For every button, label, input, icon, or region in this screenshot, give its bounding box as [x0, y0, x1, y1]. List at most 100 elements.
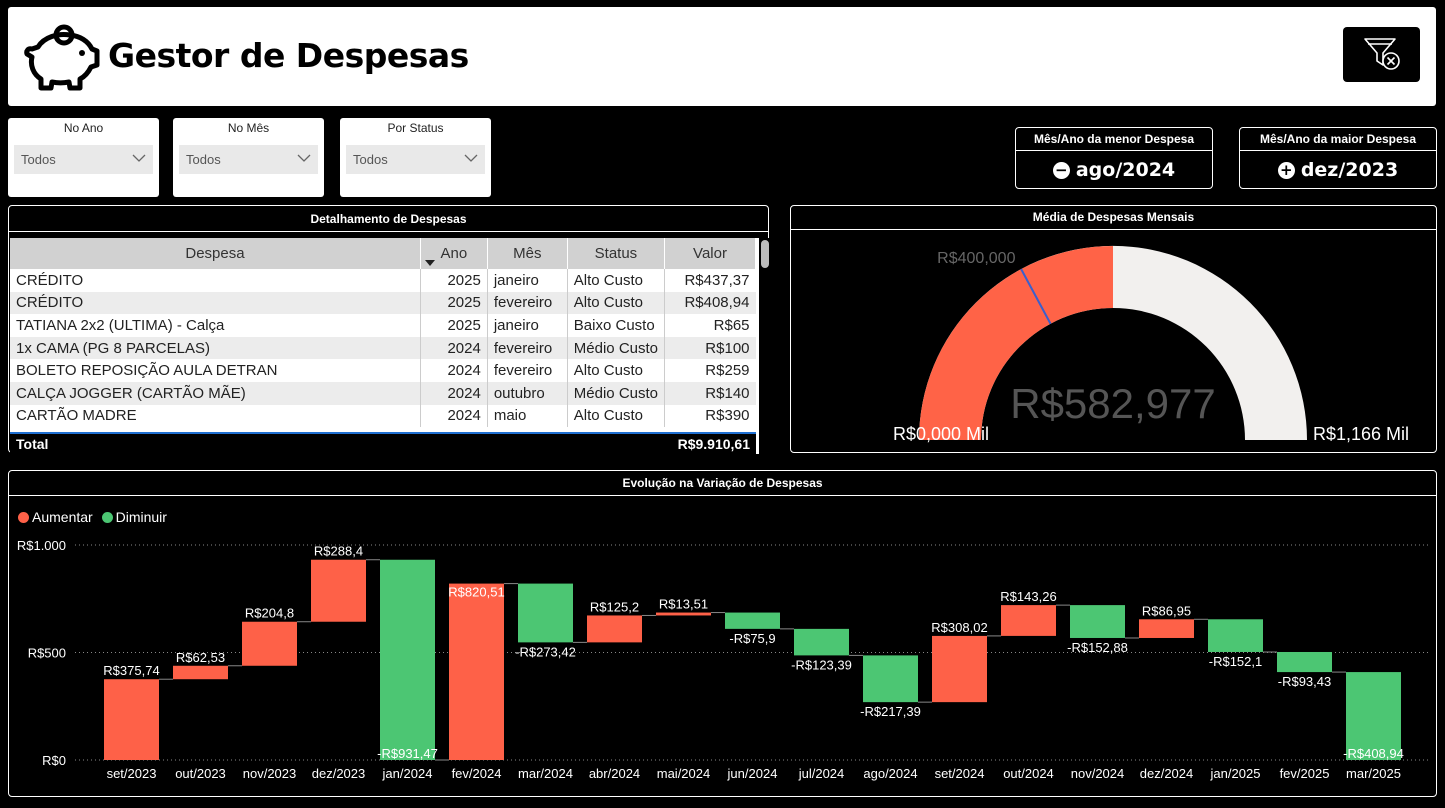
kpi-lowest-value-wrap: − ago/2024: [1016, 159, 1212, 181]
chevron-down-icon: [464, 154, 478, 162]
waterfall-bar: [932, 635, 987, 703]
x-tick-label: fev/2024: [452, 766, 502, 781]
kpi-lowest-label: Mês/Ano da menor Despesa: [1033, 132, 1195, 146]
waterfall-bar: [863, 655, 918, 703]
data-label: -R$152,1: [1209, 654, 1262, 669]
cell-mes: fevereiro: [487, 359, 568, 382]
cell-valor: R$259: [664, 359, 756, 382]
x-tick-label: jun/2024: [727, 766, 778, 781]
table-row[interactable]: TATIANA 2x2 (ULTIMA) - Calça 2025 janeiro B…: [10, 314, 756, 337]
scrollbar-thumb[interactable]: [761, 240, 769, 268]
y-tick-label: R$1.000: [17, 538, 66, 553]
column-header-despesa[interactable]: Despesa: [10, 238, 421, 269]
slicer-year: No Ano Todos: [8, 118, 159, 197]
cell-mes: fevereiro: [487, 336, 568, 360]
table-scrollbar[interactable]: [759, 238, 771, 454]
y-tick-label: R$0: [42, 753, 66, 768]
slicer-year-label: No Ano: [63, 121, 104, 135]
waterfall-bar: [1277, 651, 1332, 673]
data-label: -R$152,88: [1067, 640, 1128, 655]
data-label: R$308,02: [931, 620, 987, 635]
clear-filter-icon: [1364, 38, 1400, 70]
cell-despesa: TATIANA 2x2 (ULTIMA) - Calça: [10, 314, 421, 337]
table-row[interactable]: CALÇA JOGGER (CARTÃO MÃE) 2024 outubro Médi…: [10, 381, 756, 405]
kpi-lowest-expense: Mês/Ano da menor Despesa − ago/2024: [1015, 127, 1213, 189]
waterfall-chart: R$0 R$500 R$1.000 R$375,74 set/2023 R$62,53 ou…: [17, 538, 1429, 781]
waterfall-bar: [1139, 619, 1194, 638]
cell-mes: janeiro: [487, 269, 568, 292]
expenses-table: Despesa Ano Mês Status Valor CRÉDITO 2025…: [10, 238, 759, 454]
x-tick-label: fev/2025: [1280, 766, 1330, 781]
kpi-highest-expense: Mês/Ano da maior Despesa + dez/2023: [1239, 127, 1437, 189]
waterfall-bar: [380, 559, 435, 760]
cell-despesa: BOLETO REPOSIÇÃO AULA DETRAN: [10, 359, 421, 382]
total-value: R$9.910,61: [677, 436, 750, 452]
slicer-month-dropdown[interactable]: Todos: [179, 145, 318, 174]
cell-ano: 2025: [419, 269, 488, 292]
gauge-target-label: R$400,000: [937, 250, 1015, 267]
cell-mes: janeiro: [487, 314, 568, 337]
x-tick-label: mai/2024: [657, 766, 710, 781]
slicer-year-dropdown[interactable]: Todos: [14, 145, 153, 174]
cell-despesa: 1x CAMA (PG 8 PARCELAS): [10, 336, 421, 360]
kpi-highest-value-wrap: + dez/2023: [1240, 159, 1436, 181]
data-label: -R$408,94: [1343, 746, 1404, 761]
table-row[interactable]: CRÉDITO 2025 fevereiro Alto Custo R$408,94: [10, 291, 756, 315]
waterfall-bar: [311, 559, 366, 622]
panel-divider: [9, 231, 768, 232]
gauge-title: Média de Despesas Mensais: [1032, 210, 1195, 224]
waterfall-bar: [1208, 619, 1263, 652]
column-header-status[interactable]: Status: [567, 238, 666, 269]
x-tick-label: nov/2023: [243, 766, 297, 781]
waterfall-bar: [587, 615, 642, 643]
data-label: R$86,95: [1142, 603, 1191, 618]
x-tick-label: out/2024: [1003, 766, 1054, 781]
data-label: R$13,51: [659, 597, 708, 612]
chevron-down-icon: [132, 154, 146, 162]
waterfall-bar: [518, 583, 573, 643]
column-header-valor[interactable]: Valor: [664, 238, 756, 269]
gauge-min-label: R$0,000 Mil: [893, 424, 989, 444]
x-tick-label: jan/2025: [1210, 766, 1261, 781]
chevron-down-icon: [297, 154, 311, 162]
cell-ano: 2024: [419, 381, 488, 405]
kpi-highest-label: Mês/Ano da maior Despesa: [1259, 132, 1417, 146]
cell-ano: 2024: [419, 336, 488, 360]
data-label: R$125,2: [590, 599, 639, 614]
slicer-year-value: Todos: [21, 152, 56, 167]
waterfall-bar: [794, 628, 849, 656]
slicer-status-dropdown[interactable]: Todos: [346, 145, 485, 174]
slicer-month-value: Todos: [186, 152, 221, 167]
x-tick-label: out/2023: [175, 766, 226, 781]
data-label: R$62,53: [176, 650, 225, 665]
x-tick-label: set/2024: [935, 766, 985, 781]
waterfall-panel: Evolução na Variação de Despesas Aumenta…: [8, 470, 1437, 797]
table-row[interactable]: CARTÃO MADRE 2024 maio Alto Custo R$390: [10, 404, 756, 428]
table-row[interactable]: 1x CAMA (PG 8 PARCELAS) 2024 fevereiro Médi…: [10, 336, 756, 360]
cell-despesa: CRÉDITO: [10, 291, 421, 315]
slicer-month-label: No Mês: [227, 121, 270, 135]
x-tick-label: set/2023: [107, 766, 157, 781]
cell-status: Alto Custo: [566, 404, 666, 428]
data-label: R$143,26: [1000, 589, 1056, 604]
column-header-mes[interactable]: Mês: [487, 238, 568, 269]
cell-ano: 2025: [419, 314, 488, 337]
cell-status: Médio Custo: [566, 336, 666, 360]
slicer-status: Por Status Todos: [340, 118, 491, 197]
cell-valor: R$408,94: [664, 291, 756, 315]
table-row[interactable]: BOLETO REPOSIÇÃO AULA DETRAN 2024 fevereir…: [10, 359, 756, 382]
sort-desc-icon: [424, 260, 435, 266]
cell-ano: 2024: [419, 404, 488, 428]
slicer-status-value: Todos: [353, 152, 388, 167]
column-header-ano[interactable]: Ano: [420, 238, 488, 269]
waterfall-bar: [242, 621, 297, 666]
gauge-panel: Média de Despesas Mensais R$400,000 R$58…: [790, 205, 1437, 453]
waterfall-bar: [656, 612, 711, 616]
expenses-table-panel: Detalhamento de Despesas Despesa Ano Mês…: [8, 205, 771, 454]
data-label: -R$273,42: [515, 644, 576, 659]
table-row[interactable]: CRÉDITO 2025 janeiro Alto Custo R$437,37: [10, 269, 756, 292]
cell-valor: R$65: [664, 314, 756, 337]
data-label: -R$123,39: [791, 657, 852, 672]
cell-mes: maio: [487, 404, 568, 428]
clear-filters-button[interactable]: [1343, 27, 1420, 82]
